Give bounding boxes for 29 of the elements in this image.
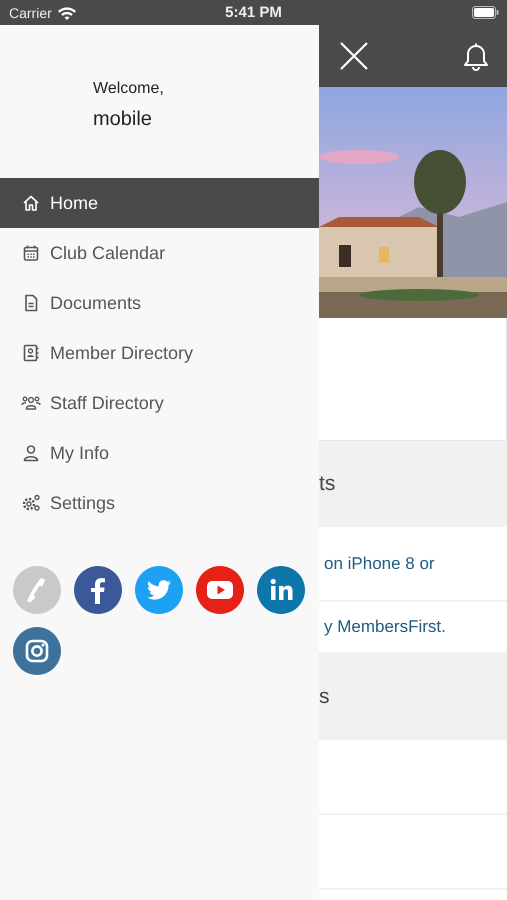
linkedin-icon[interactable] <box>257 566 305 614</box>
battery-icon <box>472 6 499 19</box>
carrier-label: Carrier <box>9 4 52 20</box>
person-icon <box>21 443 41 463</box>
user-name: mobile <box>93 108 153 131</box>
clock-time: 5:41 PM <box>225 4 282 21</box>
youtube-icon[interactable] <box>196 566 244 614</box>
menu-item[interactable]: Staff Directory <box>0 378 319 428</box>
welcome-text: Welcome, <box>93 80 165 98</box>
settings-icon <box>21 493 41 513</box>
section-title: s <box>319 685 330 709</box>
bird-icon[interactable] <box>135 566 183 614</box>
menu-item[interactable]: Home <box>0 178 319 228</box>
facebook-icon[interactable] <box>74 566 122 614</box>
camera-icon[interactable] <box>13 627 61 675</box>
menu-item[interactable]: Club Calendar <box>0 228 319 278</box>
close-icon[interactable] <box>339 41 369 71</box>
link-text[interactable]: on iPhone 8 or <box>319 554 435 574</box>
wifi-icon <box>56 6 77 20</box>
contact-card-icon <box>21 343 41 363</box>
menu-item[interactable]: Settings <box>0 478 319 528</box>
bell-icon[interactable] <box>462 41 490 71</box>
section-title: ts <box>319 472 336 496</box>
calendar-icon <box>21 243 41 263</box>
link-text[interactable]: y MembersFirst. <box>319 617 446 637</box>
home-icon <box>21 193 41 213</box>
menu-item[interactable]: Documents <box>0 278 319 328</box>
menu-item[interactable]: My Info <box>0 428 319 478</box>
menu-item[interactable]: Member Directory <box>0 328 319 378</box>
